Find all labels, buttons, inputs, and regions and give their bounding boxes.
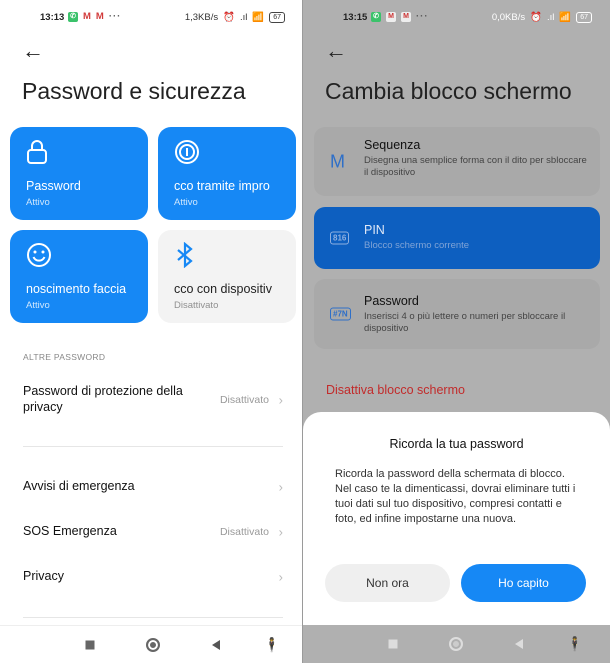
row-value: Disattivato: [219, 394, 269, 406]
back-nav-button[interactable]: [212, 639, 220, 650]
tile-password[interactable]: Password Attivo: [10, 127, 148, 220]
tile-bluetooth-unlock[interactable]: cco con dispositiv Disattivato: [158, 230, 296, 323]
wifi-icon: 📶: [559, 12, 572, 23]
battery-icon: 67: [576, 12, 592, 23]
tile-fingerprint[interactable]: cco tramite impro Attivo: [158, 127, 296, 220]
accessibility-icon[interactable]: 🕴: [263, 636, 280, 653]
signal-icon: .ıl: [239, 12, 248, 23]
disable-screen-lock-link[interactable]: Disattiva blocco schermo: [326, 383, 465, 397]
row-label: Privacy: [23, 569, 64, 583]
option-title: PIN: [364, 223, 385, 237]
alarm-icon: ⏰: [223, 12, 235, 23]
home-button[interactable]: [146, 637, 160, 652]
row-emergency-alerts[interactable]: Avvisi di emergenza ›: [23, 478, 283, 496]
accessibility-icon[interactable]: 🕴: [566, 636, 583, 653]
bluetooth-icon: [174, 241, 280, 269]
wifi-icon: 📶: [252, 12, 265, 23]
row-privacy-password[interactable]: Password di protezione della privacy Dis…: [23, 383, 283, 417]
remember-password-dialog: Ricorda la tua password Ricorda la passw…: [303, 412, 610, 625]
divider: [23, 446, 283, 447]
chevron-right-icon: ›: [278, 569, 283, 585]
navigation-bar: 🕴: [303, 625, 610, 663]
chevron-right-icon: ›: [278, 392, 283, 408]
dialog-title: Ricorda la tua password: [389, 437, 524, 451]
row-privacy[interactable]: Privacy ›: [23, 568, 283, 586]
back-nav-button[interactable]: [515, 639, 523, 649]
page-title: Cambia blocco schermo: [325, 78, 572, 104]
face-icon: [26, 242, 132, 268]
gmail-icon: M: [386, 11, 396, 22]
signal-icon: .ıl: [546, 12, 555, 23]
chevron-right-icon: ›: [278, 524, 283, 540]
notification-icons: ✆ M M ···: [371, 11, 429, 22]
tile-label: noscimento faccia: [26, 282, 127, 296]
more-notifications-icon: ···: [416, 11, 429, 22]
gmail-icon: M: [83, 11, 91, 22]
back-button[interactable]: ←: [22, 38, 44, 64]
navigation-bar: 🕴: [0, 625, 303, 663]
notification-icons: ✆ M M ···: [68, 11, 121, 22]
row-label: Password di protezione della privacy: [23, 384, 183, 414]
option-pin[interactable]: 816 PIN Blocco schermo corrente: [314, 207, 600, 269]
lock-icon: [26, 139, 132, 165]
left-screen: 13:13 ✆ M M ··· 1,3KB/s ⏰ .ıl 📶 67 ← Pas…: [0, 0, 303, 663]
section-header: ALTRE PASSWORD: [23, 352, 106, 362]
gmail-icon: M: [401, 11, 411, 22]
not-now-button[interactable]: Non ora: [325, 564, 450, 602]
tile-status: Attivo: [174, 197, 198, 208]
pattern-icon: M: [330, 151, 345, 171]
password-icon: #7N: [330, 307, 351, 321]
more-notifications-icon: ···: [108, 11, 122, 22]
home-button[interactable]: [449, 637, 463, 651]
got-it-button[interactable]: Ho capito: [461, 564, 586, 602]
status-right: 0,0KB/s ⏰ .ıl 📶 67: [492, 12, 592, 23]
option-password[interactable]: #7N Password Inserisci 4 o più lettere o…: [314, 279, 600, 349]
pin-icon: 816: [330, 231, 350, 245]
net-speed: 1,3KB/s: [184, 12, 219, 23]
tile-status: Disattivato: [174, 300, 219, 311]
chevron-right-icon: ›: [278, 479, 283, 495]
alarm-icon: ⏰: [530, 12, 542, 23]
tile-face-unlock[interactable]: noscimento faccia Attivo: [10, 230, 148, 323]
back-button[interactable]: ←: [325, 38, 347, 64]
tile-status: Attivo: [26, 300, 50, 311]
row-value: Disattivato: [219, 526, 269, 538]
tile-label: Password: [26, 179, 81, 193]
right-screen: 13:15 ✆ M M ··· 0,0KB/s ⏰ .ıl 📶 67 ← Cam…: [303, 0, 610, 663]
option-title: Sequenza: [364, 138, 421, 152]
whatsapp-icon: ✆: [68, 11, 78, 22]
recents-button[interactable]: [388, 639, 398, 649]
whatsapp-icon: ✆: [371, 11, 381, 22]
recents-button[interactable]: [85, 640, 95, 649]
option-description: Disegna una semplice forma con il dito p…: [364, 155, 587, 178]
dialog-body: Ricorda la password della schermata di b…: [335, 468, 576, 525]
option-pattern[interactable]: M Sequenza Disegna una semplice forma co…: [314, 127, 600, 196]
battery-icon: 67: [269, 12, 285, 23]
gmail-icon: M: [95, 11, 104, 22]
divider: [23, 617, 283, 618]
status-time: 13:13: [40, 12, 65, 23]
tile-label: cco tramite impro: [174, 179, 270, 193]
page-title: Password e sicurezza: [22, 78, 246, 104]
option-description: Inserisci 4 o più lettere o numeri per s…: [364, 311, 566, 334]
net-speed: 0,0KB/s: [491, 12, 526, 23]
fingerprint-icon: [174, 139, 280, 165]
status-bar: 13:13 ✆ M M ··· 1,3KB/s ⏰ .ıl 📶 67: [0, 10, 303, 26]
row-label: Avvisi di emergenza: [23, 479, 135, 493]
option-title: Password: [364, 294, 419, 308]
status-bar: 13:15 ✆ M M ··· 0,0KB/s ⏰ .ıl 📶 67: [303, 10, 610, 26]
option-description: Blocco schermo corrente: [364, 240, 470, 251]
tile-status: Attivo: [26, 197, 50, 208]
row-sos[interactable]: SOS Emergenza Disattivato ›: [23, 523, 283, 541]
tile-label: cco con dispositiv: [174, 282, 272, 296]
status-right: 1,3KB/s ⏰ .ıl 📶 67: [185, 12, 285, 23]
status-time: 13:15: [343, 12, 368, 23]
